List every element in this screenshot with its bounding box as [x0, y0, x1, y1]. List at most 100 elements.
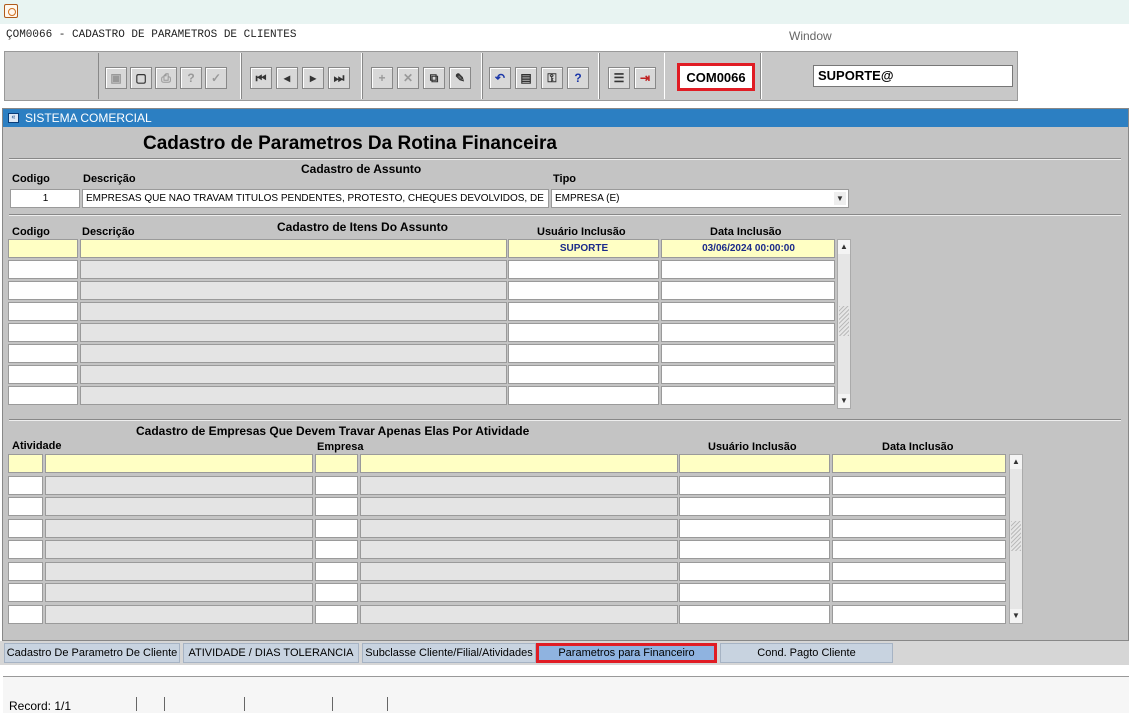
empresa-usuario-field[interactable] — [679, 540, 830, 559]
empresa-usuario-field[interactable] — [679, 475, 830, 495]
duplicate-record-icon[interactable]: ⧉ — [423, 67, 445, 89]
help-icon[interactable]: ? — [567, 67, 589, 89]
empresa-usuario-field[interactable] — [679, 583, 830, 602]
item-data-field[interactable] — [661, 281, 835, 300]
empresa-data-field[interactable] — [832, 604, 1006, 624]
item-codigo-field[interactable] — [8, 386, 78, 405]
atividade-descricao-field[interactable] — [45, 583, 313, 602]
item-descricao-field[interactable] — [80, 344, 507, 363]
item-descricao-field[interactable] — [80, 386, 507, 405]
item-data-field[interactable]: 03/06/2024 00:00:00 — [661, 239, 835, 258]
item-descricao-field[interactable] — [80, 260, 507, 279]
scroll-up-icon[interactable]: ▲ — [1010, 455, 1022, 469]
scroll-down-icon[interactable]: ▼ — [1010, 609, 1022, 623]
panel-collapse-icon[interactable]: « — [8, 113, 19, 123]
item-data-field[interactable] — [661, 302, 835, 321]
empresa-codigo-field[interactable] — [315, 561, 358, 581]
item-codigo-field[interactable] — [8, 323, 78, 342]
empresa-codigo-field[interactable] — [315, 497, 358, 516]
item-descricao-field[interactable] — [80, 323, 507, 342]
empresas-scrollbar[interactable]: ▲ ▼ — [1009, 454, 1023, 624]
atividade-descricao-field[interactable] — [45, 561, 313, 581]
atividade-codigo-field[interactable] — [8, 561, 43, 581]
window-icon[interactable]: ▢ — [130, 67, 152, 89]
item-usuario-field[interactable] — [508, 281, 659, 300]
item-codigo-field[interactable] — [8, 344, 78, 363]
item-codigo-field[interactable] — [8, 281, 78, 300]
atividade-codigo-field[interactable] — [8, 454, 43, 473]
atividade-codigo-field[interactable] — [8, 518, 43, 538]
atividade-descricao-field[interactable] — [45, 604, 313, 624]
empresa-data-field[interactable] — [832, 454, 1006, 473]
chevron-down-icon[interactable]: ▼ — [834, 192, 846, 205]
atividade-descricao-field[interactable] — [45, 454, 313, 473]
empresa-data-field[interactable] — [832, 497, 1006, 516]
tab-subclasse-cliente[interactable]: Subclasse Cliente/Filial/Atividades — [362, 643, 536, 663]
item-data-field[interactable] — [661, 260, 835, 279]
atividade-descricao-field[interactable] — [45, 497, 313, 516]
clipboard-icon[interactable]: ▤ — [515, 67, 537, 89]
atividade-descricao-field[interactable] — [45, 518, 313, 538]
empresa-codigo-field[interactable] — [315, 540, 358, 559]
exit-icon[interactable]: ⇥ — [634, 67, 656, 89]
atividade-codigo-field[interactable] — [8, 475, 43, 495]
item-usuario-field[interactable] — [508, 365, 659, 384]
empresa-descricao-field[interactable] — [360, 497, 678, 516]
tab-parametros-financeiro[interactable]: Parametros para Financeiro — [536, 643, 717, 663]
execute-query-icon[interactable]: ✓ — [205, 67, 227, 89]
atividade-descricao-field[interactable] — [45, 540, 313, 559]
previous-record-icon[interactable]: ◂ — [276, 67, 298, 89]
scroll-up-icon[interactable]: ▲ — [838, 240, 850, 254]
save-icon[interactable]: ▣ — [105, 67, 127, 89]
item-usuario-field[interactable] — [508, 344, 659, 363]
first-record-icon[interactable]: ⏮ — [250, 67, 272, 89]
item-usuario-field[interactable]: SUPORTE — [508, 239, 659, 258]
next-record-icon[interactable]: ▸ — [302, 67, 324, 89]
empresa-usuario-field[interactable] — [679, 604, 830, 624]
item-descricao-field[interactable] — [80, 281, 507, 300]
tab-cadastro-parametro-cliente[interactable]: Cadastro De Parametro De Cliente — [4, 643, 180, 663]
empresa-descricao-field[interactable] — [360, 475, 678, 495]
item-codigo-field[interactable] — [8, 302, 78, 321]
scroll-thumb[interactable] — [1011, 521, 1021, 551]
empresa-usuario-field[interactable] — [679, 497, 830, 516]
item-descricao-field[interactable] — [80, 302, 507, 321]
item-codigo-field[interactable] — [8, 365, 78, 384]
item-data-field[interactable] — [661, 344, 835, 363]
empresa-data-field[interactable] — [832, 561, 1006, 581]
last-record-icon[interactable]: ⏭ — [328, 67, 350, 89]
item-data-field[interactable] — [661, 386, 835, 405]
scroll-down-icon[interactable]: ▼ — [838, 394, 850, 408]
empresa-codigo-field[interactable] — [315, 454, 358, 473]
item-descricao-field[interactable] — [80, 365, 507, 384]
insert-record-icon[interactable]: + — [371, 67, 393, 89]
empresa-usuario-field[interactable] — [679, 454, 830, 473]
empresa-descricao-field[interactable] — [360, 454, 678, 473]
empresa-descricao-field[interactable] — [360, 540, 678, 559]
tab-cond-pagto-cliente[interactable]: Cond. Pagto Cliente — [720, 643, 893, 663]
item-usuario-field[interactable] — [508, 260, 659, 279]
atividade-codigo-field[interactable] — [8, 540, 43, 559]
empresa-data-field[interactable] — [832, 475, 1006, 495]
tab-atividade-dias-tolerancia[interactable]: ATIVIDADE / DIAS TOLERANCIA — [183, 643, 359, 663]
empresa-data-field[interactable] — [832, 518, 1006, 538]
empresa-usuario-field[interactable] — [679, 518, 830, 538]
item-codigo-field[interactable] — [8, 260, 78, 279]
item-data-field[interactable] — [661, 323, 835, 342]
empresa-codigo-field[interactable] — [315, 475, 358, 495]
empresa-codigo-field[interactable] — [315, 518, 358, 538]
empresa-descricao-field[interactable] — [360, 518, 678, 538]
scroll-thumb[interactable] — [839, 306, 849, 336]
atividade-descricao-field[interactable] — [45, 475, 313, 495]
item-usuario-field[interactable] — [508, 302, 659, 321]
empresa-descricao-field[interactable] — [360, 561, 678, 581]
item-codigo-field[interactable] — [8, 239, 78, 258]
itens-scrollbar[interactable]: ▲ ▼ — [837, 239, 851, 409]
empresa-descricao-field[interactable] — [360, 604, 678, 624]
key-icon[interactable]: ⚿ — [541, 67, 563, 89]
item-usuario-field[interactable] — [508, 323, 659, 342]
edit-record-icon[interactable]: ✎ — [449, 67, 471, 89]
atividade-codigo-field[interactable] — [8, 604, 43, 624]
atividade-codigo-field[interactable] — [8, 497, 43, 516]
assunto-tipo-select[interactable]: EMPRESA (E) ▼ — [551, 189, 849, 208]
